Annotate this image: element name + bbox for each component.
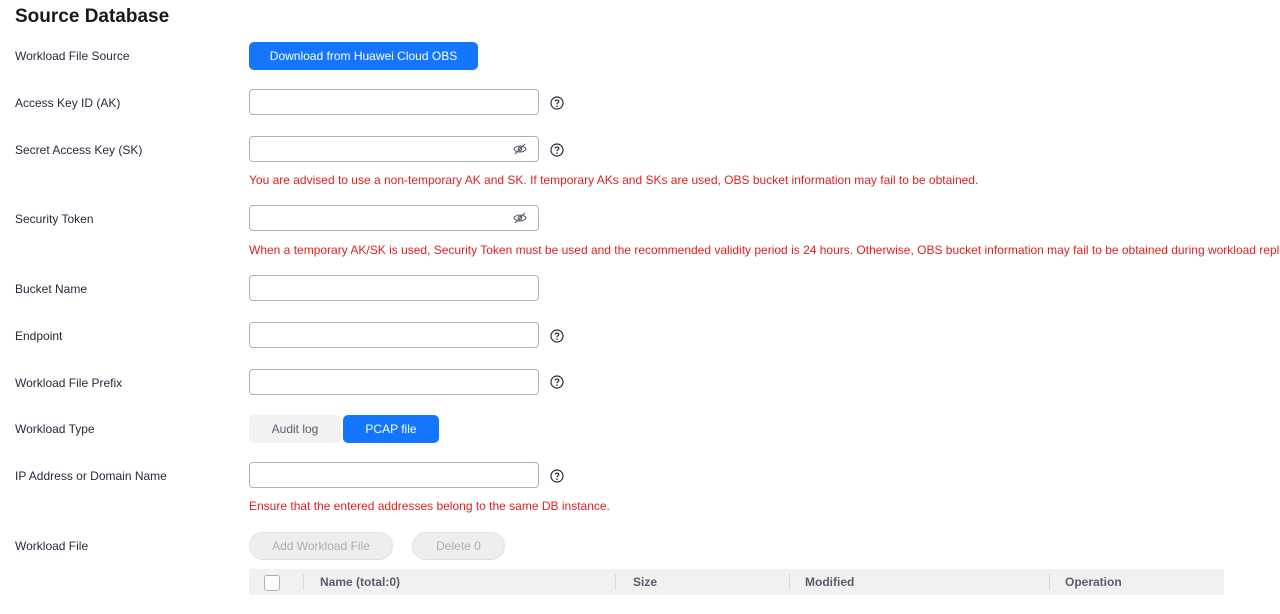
- bucket-name-label: Bucket Name: [15, 282, 88, 296]
- download-from-obs-button[interactable]: Download from Huawei Cloud OBS: [249, 42, 478, 70]
- workload-type-audit-log[interactable]: Audit log: [249, 415, 341, 443]
- column-name-header[interactable]: Name (total:0): [320, 575, 400, 589]
- workload-file-label: Workload File: [15, 539, 89, 553]
- column-divider: [303, 574, 304, 590]
- select-all-checkbox[interactable]: [264, 575, 280, 591]
- column-operation-header: Operation: [1065, 575, 1122, 589]
- workload-type-label: Workload Type: [15, 422, 95, 436]
- help-circle-icon[interactable]: [550, 329, 564, 343]
- security-token-label: Security Token: [15, 212, 94, 226]
- help-circle-icon[interactable]: [550, 143, 564, 157]
- secret-access-key-input[interactable]: [249, 136, 539, 162]
- endpoint-label: Endpoint: [15, 329, 63, 343]
- endpoint-input[interactable]: [249, 322, 539, 348]
- column-divider: [615, 574, 616, 590]
- workload-file-prefix-input[interactable]: [249, 369, 539, 395]
- ip-address-label: IP Address or Domain Name: [15, 469, 167, 483]
- workload-file-source-label: Workload File Source: [15, 49, 130, 63]
- ak-sk-warning: You are advised to use a non-temporary A…: [249, 173, 979, 187]
- add-workload-file-button[interactable]: Add Workload File: [249, 532, 393, 560]
- column-divider: [1049, 574, 1050, 590]
- security-token-input[interactable]: [249, 205, 539, 231]
- column-divider: [789, 574, 790, 590]
- ip-address-warning: Ensure that the entered addresses belong…: [249, 499, 610, 513]
- eye-hidden-icon[interactable]: [513, 143, 527, 155]
- column-modified-header[interactable]: Modified: [805, 575, 854, 589]
- page-title: Source Database: [15, 6, 170, 27]
- ip-address-input[interactable]: [249, 462, 539, 488]
- access-key-id-label: Access Key ID (AK): [15, 96, 121, 110]
- security-token-warning: When a temporary AK/SK is used, Security…: [249, 243, 1280, 257]
- workload-file-table-header: Name (total:0) Size Modified Operation: [249, 569, 1224, 595]
- access-key-id-input[interactable]: [249, 89, 539, 115]
- help-circle-icon[interactable]: [550, 375, 564, 389]
- help-circle-icon[interactable]: [550, 96, 564, 110]
- eye-hidden-icon[interactable]: [513, 212, 527, 224]
- workload-type-pcap-file[interactable]: PCAP file: [343, 415, 439, 443]
- column-size-header[interactable]: Size: [633, 575, 657, 589]
- help-circle-icon[interactable]: [550, 469, 564, 483]
- delete-button[interactable]: Delete 0: [412, 532, 505, 560]
- bucket-name-input[interactable]: [249, 275, 539, 301]
- workload-file-prefix-label: Workload File Prefix: [15, 376, 123, 390]
- secret-access-key-label: Secret Access Key (SK): [15, 143, 143, 157]
